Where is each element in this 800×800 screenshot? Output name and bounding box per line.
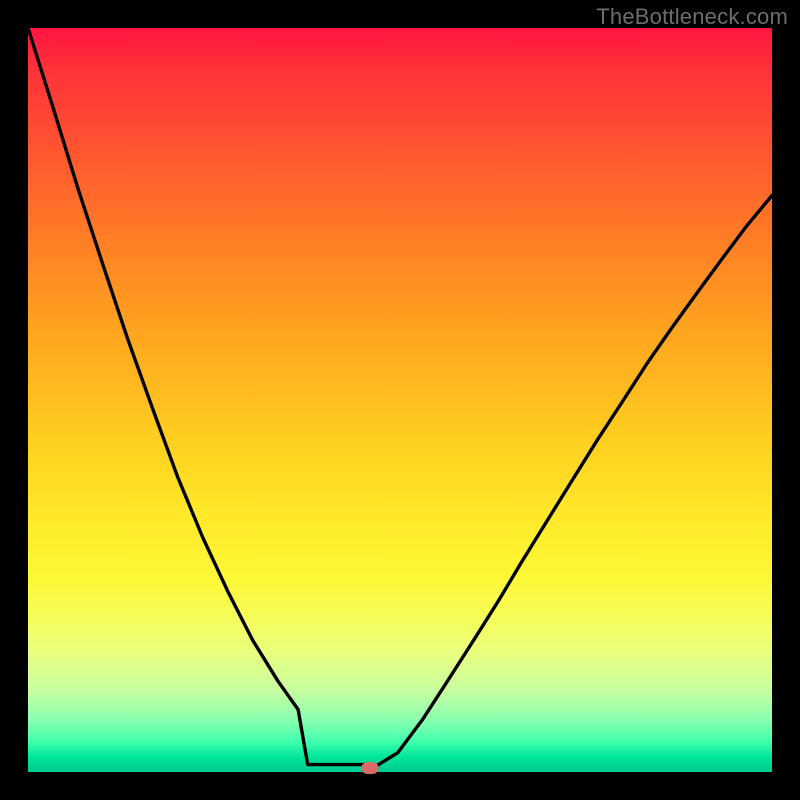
optimum-marker xyxy=(362,762,379,774)
chart-frame: TheBottleneck.com xyxy=(0,0,800,800)
curve-svg xyxy=(28,28,772,772)
plot-area xyxy=(28,28,772,772)
watermark-text: TheBottleneck.com xyxy=(596,4,788,30)
bottleneck-curve xyxy=(28,28,772,768)
